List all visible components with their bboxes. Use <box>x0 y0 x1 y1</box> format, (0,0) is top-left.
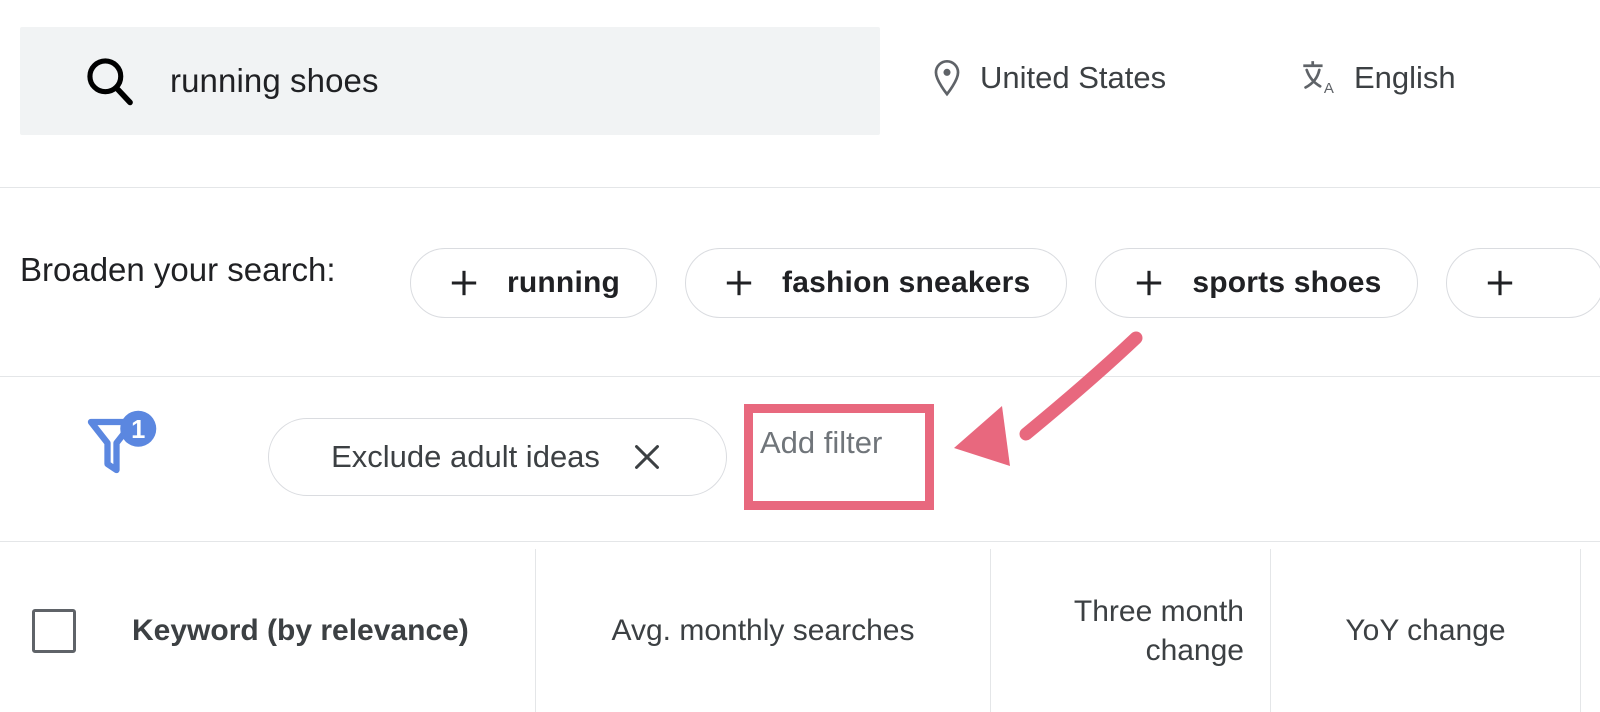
location-label: United States <box>980 60 1167 95</box>
broaden-label: Broaden your search: <box>20 251 336 288</box>
column-header-label: Three month change <box>1073 594 1244 667</box>
annotation-highlight-rectangle <box>744 404 934 510</box>
svg-text:A: A <box>1324 80 1334 97</box>
column-header-three-month-change[interactable]: Three month change <box>991 549 1270 712</box>
location-pin-icon <box>930 58 964 98</box>
search-input-value: running shoes <box>170 62 379 99</box>
broaden-chip-overflow[interactable] <box>1446 248 1600 318</box>
annotation-curved-arrow <box>930 320 1190 490</box>
svg-text:1: 1 <box>131 416 145 444</box>
keyword-planner-screen: running shoes United States A English Br… <box>0 0 1600 712</box>
search-input[interactable]: running shoes <box>20 27 880 135</box>
select-all-checkbox[interactable] <box>32 608 76 653</box>
table-header-row: Keyword (by relevance) Avg. monthly sear… <box>0 549 1600 712</box>
plus-icon <box>722 266 756 300</box>
search-row: running shoes United States A English <box>0 0 1600 187</box>
broaden-chip-label: running <box>507 266 621 299</box>
column-header-avg-monthly-searches[interactable]: Avg. monthly searches <box>536 549 990 712</box>
location-selector[interactable]: United States <box>930 58 1166 98</box>
language-label: English <box>1354 60 1456 95</box>
column-divider-4 <box>1580 549 1581 712</box>
close-icon[interactable] <box>630 440 664 474</box>
search-icon <box>82 53 138 109</box>
filter-chip-label: Exclude adult ideas <box>331 439 600 474</box>
plus-icon <box>1483 266 1517 300</box>
column-header-label: Keyword (by relevance) <box>132 613 469 647</box>
filter-chip-exclude-adult-ideas[interactable]: Exclude adult ideas <box>268 418 727 496</box>
column-header-label: YoY change <box>1345 613 1506 647</box>
divider-filter <box>0 541 1600 542</box>
plus-icon <box>447 266 481 300</box>
column-header-label: Avg. monthly searches <box>611 613 915 647</box>
column-header-keyword[interactable]: Keyword (by relevance) <box>0 549 535 712</box>
column-header-yoy-change[interactable]: YoY change <box>1271 549 1580 712</box>
broaden-chip-label: sports shoes <box>1192 266 1382 299</box>
filter-funnel-icon[interactable]: 1 <box>82 407 160 485</box>
broaden-chip-sports-shoes[interactable]: sports shoes <box>1095 248 1419 318</box>
broaden-chip-fashion-sneakers[interactable]: fashion sneakers <box>685 248 1068 318</box>
language-selector[interactable]: A English <box>1300 58 1456 98</box>
broaden-chip-list: running fashion sneakers sports shoes <box>410 248 1600 318</box>
broaden-chip-label: fashion sneakers <box>782 266 1031 299</box>
broaden-chip-running[interactable]: running <box>410 248 658 318</box>
plus-icon <box>1132 266 1166 300</box>
translate-icon: A <box>1300 58 1338 98</box>
